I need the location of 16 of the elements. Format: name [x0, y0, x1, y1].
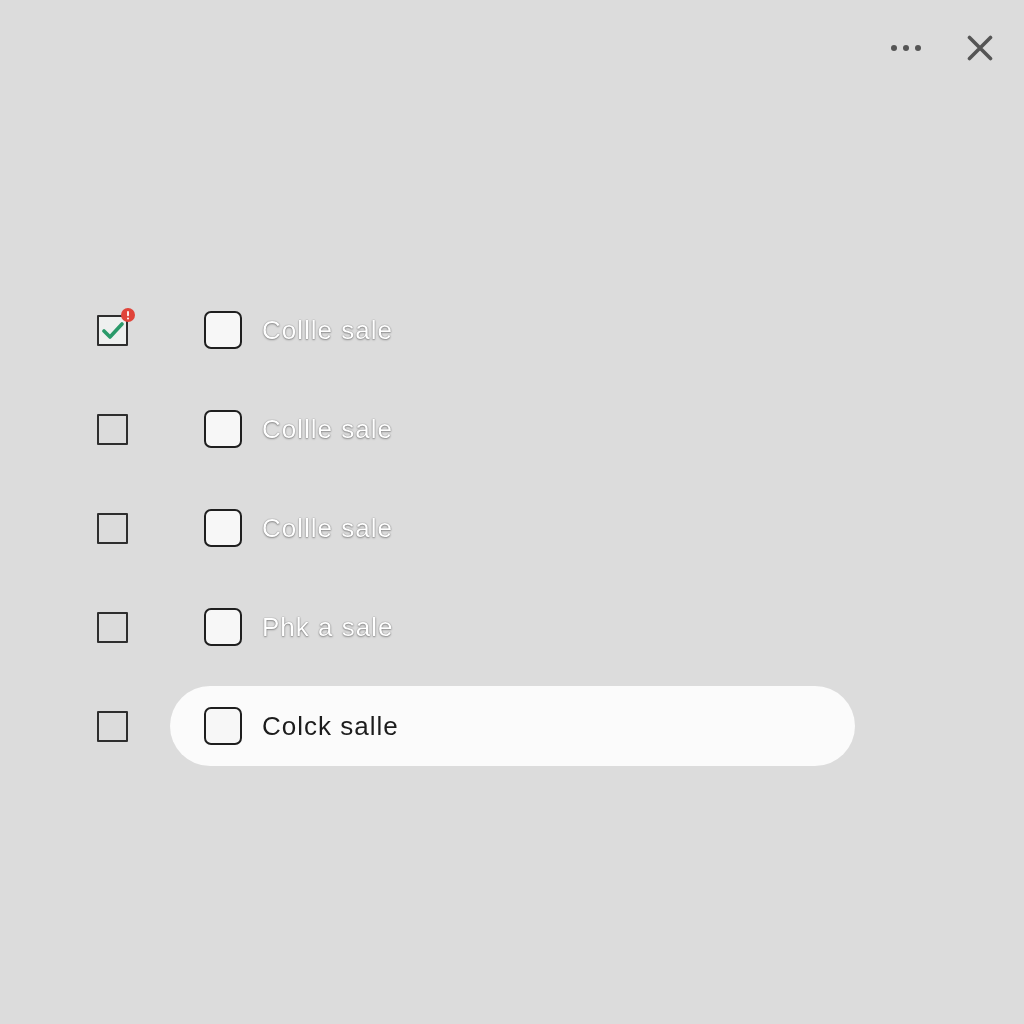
close-icon[interactable]: [967, 35, 993, 61]
item-label: Colck salle: [262, 710, 399, 742]
checkbox[interactable]: [97, 512, 128, 544]
check-icon: [101, 321, 124, 339]
more-icon[interactable]: [891, 45, 921, 51]
checkbox[interactable]: [204, 410, 242, 448]
selected-row[interactable]: Colck salle: [170, 686, 855, 766]
checkbox[interactable]: [204, 707, 242, 745]
item-label: Phk a sale: [262, 611, 394, 643]
checkbox[interactable]: [204, 311, 242, 349]
checkbox[interactable]: [204, 509, 242, 547]
checkbox[interactable]: [97, 710, 128, 742]
checkbox[interactable]: [97, 413, 128, 445]
checkbox[interactable]: [97, 314, 128, 346]
checkbox[interactable]: [97, 611, 128, 643]
checkbox[interactable]: [204, 608, 242, 646]
